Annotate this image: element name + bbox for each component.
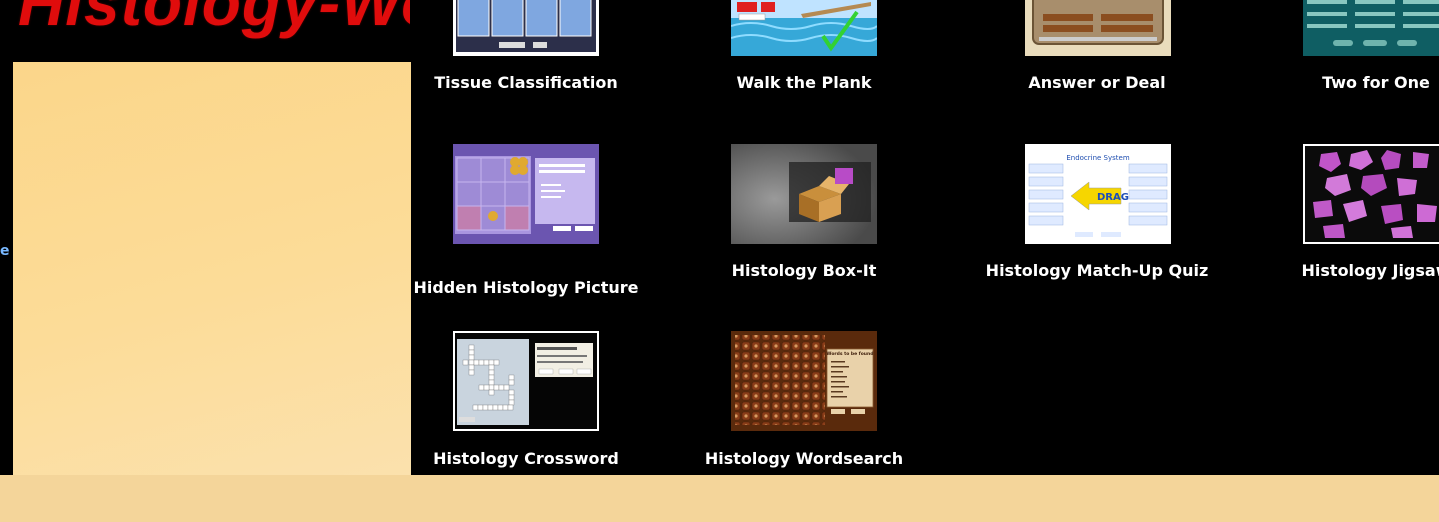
histology-jigsaw-label[interactable]: Histology Jigsaw xyxy=(1302,261,1439,280)
histology-wordsearch-label[interactable]: Histology Wordsearch xyxy=(705,449,903,468)
match-up-thumb-title: Endocrine System xyxy=(1066,154,1130,162)
logo-text: Histology-World! xyxy=(18,0,410,39)
match-up-thumb-word: DRAG xyxy=(1097,192,1129,203)
sidebar-edge-text: e xyxy=(0,243,10,259)
site-logo[interactable]: Histology-World! xyxy=(0,0,410,58)
sidebar-panel xyxy=(13,62,411,475)
histology-jigsaw-thumbnail[interactable] xyxy=(1303,144,1439,244)
histology-box-it-label[interactable]: Histology Box-It xyxy=(732,261,877,280)
hidden-histology-picture-label[interactable]: Hidden Histology Picture xyxy=(413,278,638,297)
two-for-one-thumbnail[interactable] xyxy=(1303,0,1439,56)
histology-crossword-thumbnail[interactable] xyxy=(453,331,599,431)
tissue-classification-label[interactable]: Tissue Classification xyxy=(434,73,617,92)
walk-the-plank-label[interactable]: Walk the Plank xyxy=(736,73,871,92)
histology-match-up-thumbnail[interactable]: Endocrine System DRAG xyxy=(1025,144,1171,244)
tissue-classification-thumbnail[interactable] xyxy=(453,0,599,56)
histology-match-up-label[interactable]: Histology Match-Up Quiz xyxy=(986,261,1209,280)
histology-crossword-label[interactable]: Histology Crossword xyxy=(433,449,619,468)
walk-the-plank-thumbnail[interactable] xyxy=(731,0,877,56)
two-for-one-label[interactable]: Two for One xyxy=(1322,73,1430,92)
histology-wordsearch-thumbnail[interactable]: Words to be found xyxy=(731,331,877,431)
answer-or-deal-thumbnail[interactable] xyxy=(1025,0,1171,56)
wordsearch-thumb-title: Words to be found xyxy=(827,351,874,357)
hidden-histology-picture-thumbnail[interactable] xyxy=(453,144,599,244)
histology-box-it-thumbnail[interactable] xyxy=(731,144,877,244)
answer-or-deal-label[interactable]: Answer or Deal xyxy=(1028,73,1165,92)
